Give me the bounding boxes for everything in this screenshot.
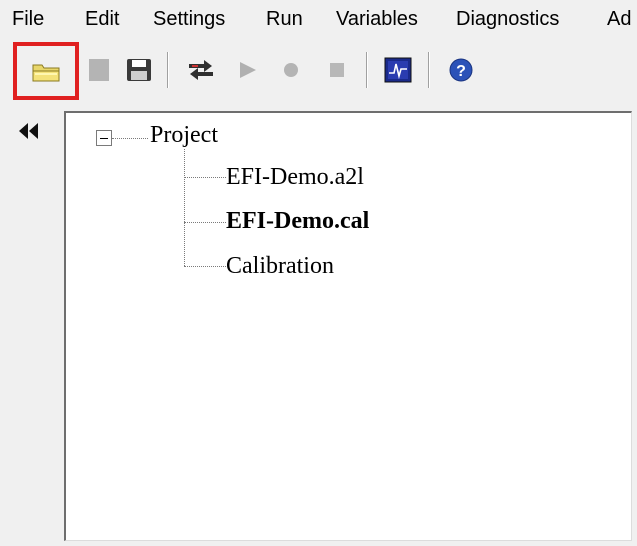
record-icon (284, 63, 298, 77)
menu-run[interactable]: Run (266, 8, 303, 31)
toolbar-separator (428, 52, 429, 88)
tree-connector (184, 177, 226, 178)
stop-button[interactable] (314, 42, 360, 98)
double-chevron-left-icon (19, 123, 38, 139)
tree-root-project[interactable]: Project (150, 121, 218, 149)
tree-item-cal-file[interactable]: EFI-Demo.cal (226, 207, 369, 235)
tree-connector (184, 222, 226, 223)
menu-file[interactable]: File (12, 8, 44, 31)
tree-item-calibration[interactable]: Calibration (226, 252, 334, 280)
open-project-button[interactable] (13, 42, 79, 100)
record-button[interactable] (268, 42, 314, 98)
toolbar-separator (366, 52, 367, 88)
menu-diagnostics[interactable]: Diagnostics (456, 8, 559, 31)
scope-button[interactable] (375, 42, 421, 98)
stop-icon (330, 63, 344, 77)
save-button[interactable] (116, 42, 162, 98)
toolbar: ? (0, 42, 637, 102)
tree-connector (112, 138, 148, 139)
collapse-tree-node-toggle[interactable] (96, 130, 112, 146)
tree-connector (184, 266, 226, 267)
collapse-panel-button[interactable] (14, 118, 44, 144)
tree-connector (184, 149, 185, 266)
connect-icon (189, 60, 213, 80)
project-tree-panel: Project EFI-Demo.a2l EFI-Demo.cal Calibr… (64, 111, 632, 541)
menu-ad[interactable]: Ad (607, 8, 631, 31)
help-button[interactable]: ? (438, 42, 484, 98)
menu-edit[interactable]: Edit (85, 8, 119, 31)
menu-variables[interactable]: Variables (336, 8, 418, 31)
toolbar-separator (167, 52, 168, 88)
folder-open-icon (32, 64, 60, 82)
oscilloscope-icon (384, 57, 412, 83)
blank-document-icon (89, 59, 109, 81)
tree-item-a2l-file[interactable]: EFI-Demo.a2l (226, 163, 364, 191)
menu-bar: File Edit Settings Run Variables Diagnos… (0, 0, 637, 40)
help-icon: ? (449, 58, 473, 82)
connect-button[interactable] (178, 42, 224, 98)
run-button[interactable] (224, 42, 270, 98)
svg-text:?: ? (456, 63, 466, 80)
menu-settings[interactable]: Settings (153, 8, 225, 31)
play-icon (240, 62, 256, 78)
floppy-disk-icon (127, 59, 151, 81)
